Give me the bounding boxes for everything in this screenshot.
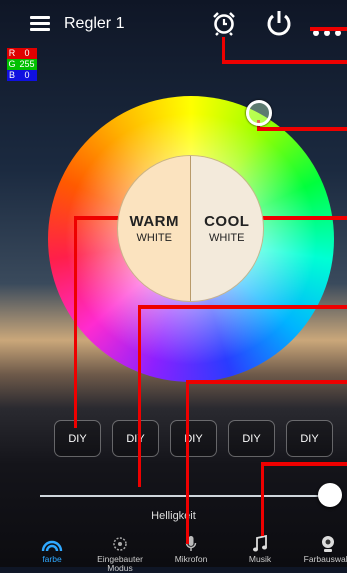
callout-line-alarm-h [222, 60, 347, 64]
rgb-g-value: 255 [17, 59, 37, 70]
rgb-r-key: R [7, 48, 17, 59]
callout-line-mic-h [186, 380, 347, 384]
tab-musik-label: Musik [248, 554, 272, 564]
callout-line-diy [74, 218, 77, 428]
tab-built-in-mode[interactable]: Eingebauter Modus [85, 535, 155, 573]
tab-musik[interactable]: Musik [225, 534, 295, 564]
callout-line-mic [186, 382, 189, 544]
brightness-slider-thumb[interactable] [318, 483, 342, 507]
tab-mikrofon-label: Mikrofon [174, 554, 208, 564]
callout-line-picker-h [257, 127, 347, 131]
color-wave-icon [41, 540, 63, 551]
menu-button[interactable] [30, 14, 50, 34]
tab-farbauswahl-label: Farbauswahl [303, 554, 347, 564]
callout-line-music-h [261, 462, 347, 466]
tab-built-in-mode-label: Eingebauter Modus [97, 554, 143, 573]
tab-mikrofon[interactable]: Mikrofon [156, 535, 226, 564]
alarm-clock-icon [213, 12, 235, 36]
diy-button-4[interactable]: DIY [228, 420, 275, 457]
rgb-g-key: G [7, 59, 17, 70]
white-selector: WARM WHITE COOL WHITE [117, 155, 264, 302]
built-in-mode-icon [113, 536, 127, 551]
warm-label: WARM [129, 213, 179, 230]
callout-line-more [310, 27, 347, 31]
warm-white-button[interactable]: WARM WHITE [118, 156, 191, 301]
color-picker-handle[interactable] [246, 100, 272, 126]
callout-line-music [261, 464, 264, 536]
controller-title: Regler 1 [64, 15, 125, 32]
callout-line-alarm [222, 37, 225, 62]
callout-line-slider [138, 307, 141, 487]
cool-sub-label: WHITE [209, 232, 245, 244]
cool-label: COOL [204, 213, 250, 230]
diy-button-3[interactable]: DIY [170, 420, 217, 457]
diy-button-2[interactable]: DIY [112, 420, 159, 457]
brightness-slider-track[interactable] [40, 495, 325, 497]
menu-icon [30, 16, 50, 19]
cool-white-button[interactable]: COOL WHITE [189, 156, 263, 301]
power-icon [267, 11, 291, 36]
music-note-icon [253, 534, 267, 551]
diy-button-1[interactable]: DIY [54, 420, 101, 457]
power-button[interactable] [264, 8, 294, 38]
warm-sub-label: WHITE [136, 232, 172, 244]
diy-button-5[interactable]: DIY [286, 420, 333, 457]
alarm-clock-button[interactable] [210, 9, 238, 37]
tab-farbe[interactable]: farbe [17, 535, 87, 564]
tab-farbauswahl[interactable]: Farbauswahl [293, 535, 347, 564]
rgb-b-key: B [7, 70, 17, 81]
camera-icon [322, 535, 334, 552]
callout-line-slider-h [138, 305, 347, 309]
brightness-label: Helligkeit [151, 510, 196, 522]
rgb-r-value: 0 [17, 48, 37, 59]
rgb-b-value: 0 [17, 70, 37, 81]
tab-farbe-label: farbe [42, 554, 62, 564]
rgb-readout: R0 G 255 B0 [7, 48, 37, 81]
